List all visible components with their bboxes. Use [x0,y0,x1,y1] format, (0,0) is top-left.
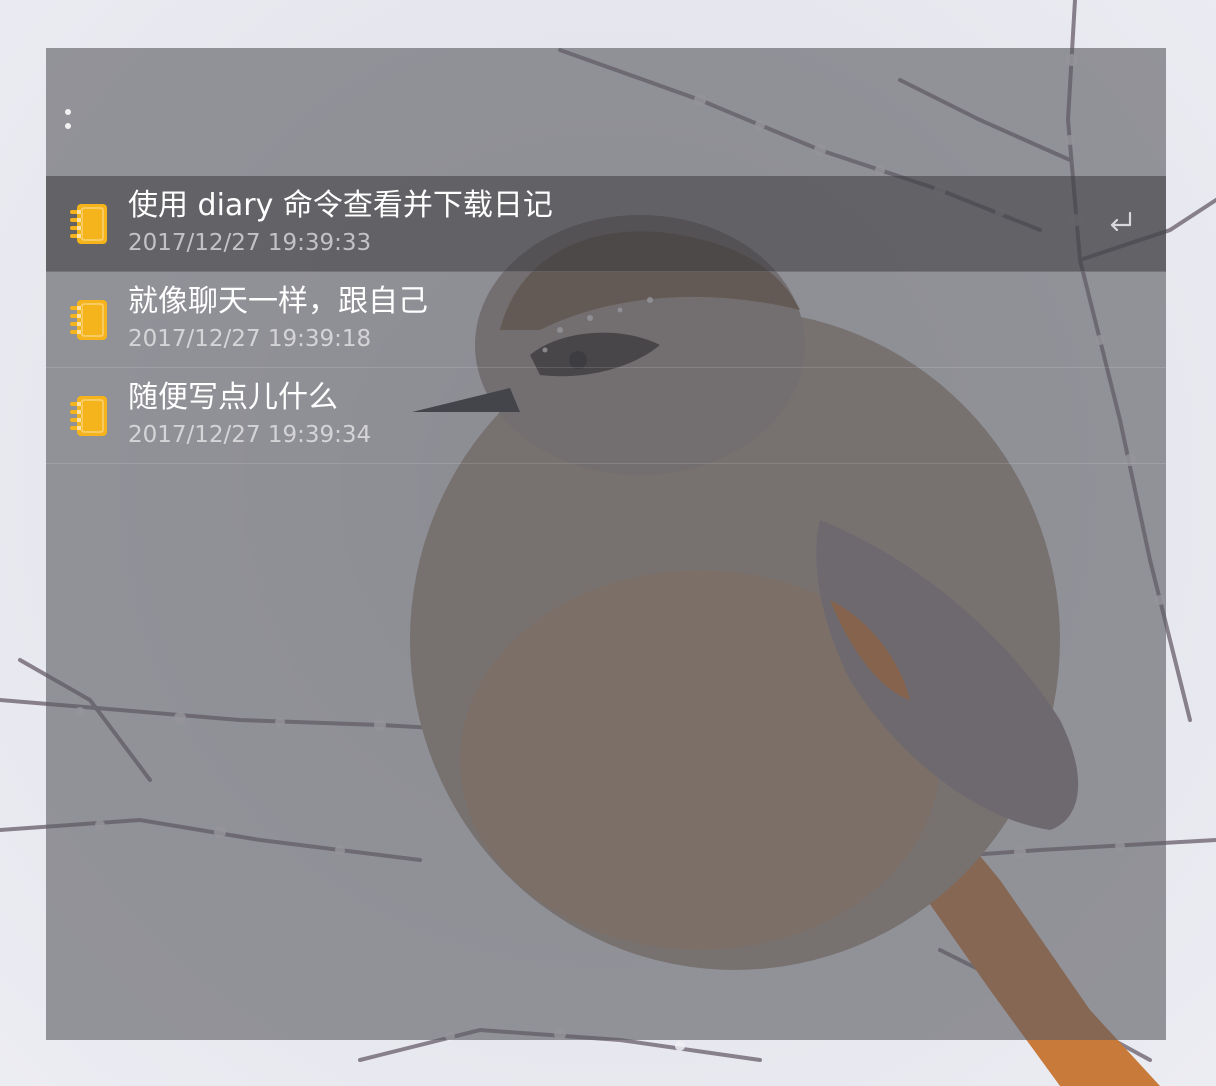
notebook-icon [70,396,107,436]
entry-timestamp: 2017/12/27 19:39:33 [128,230,372,256]
notebook-icon [70,204,107,244]
entry-title: 使用 diary 命令查看并下载日记 [128,188,553,223]
diary-entry-list: 使用 diary 命令查看并下载日记 2017/12/27 19:39:33 就… [46,176,1166,464]
more-options-button[interactable] [60,106,76,136]
entry-timestamp: 2017/12/27 19:39:18 [128,326,372,352]
entry-timestamp: 2017/12/27 19:39:34 [128,422,372,448]
notebook-icon [70,300,107,340]
diary-entry-row[interactable]: 使用 diary 命令查看并下载日记 2017/12/27 19:39:33 [46,176,1166,272]
diary-entry-row[interactable]: 就像聊天一样，跟自己 2017/12/27 19:39:18 [46,272,1166,368]
entry-title: 就像聊天一样，跟自己 [128,284,428,319]
diary-entry-row[interactable]: 随便写点儿什么 2017/12/27 19:39:34 [46,368,1166,464]
vertical-ellipsis-icon [65,123,71,129]
entry-title: 随便写点儿什么 [128,380,338,415]
launcher-panel: 使用 diary 命令查看并下载日记 2017/12/27 19:39:33 就… [46,48,1166,1040]
return-key-icon [1110,211,1132,232]
vertical-ellipsis-icon [65,109,71,115]
